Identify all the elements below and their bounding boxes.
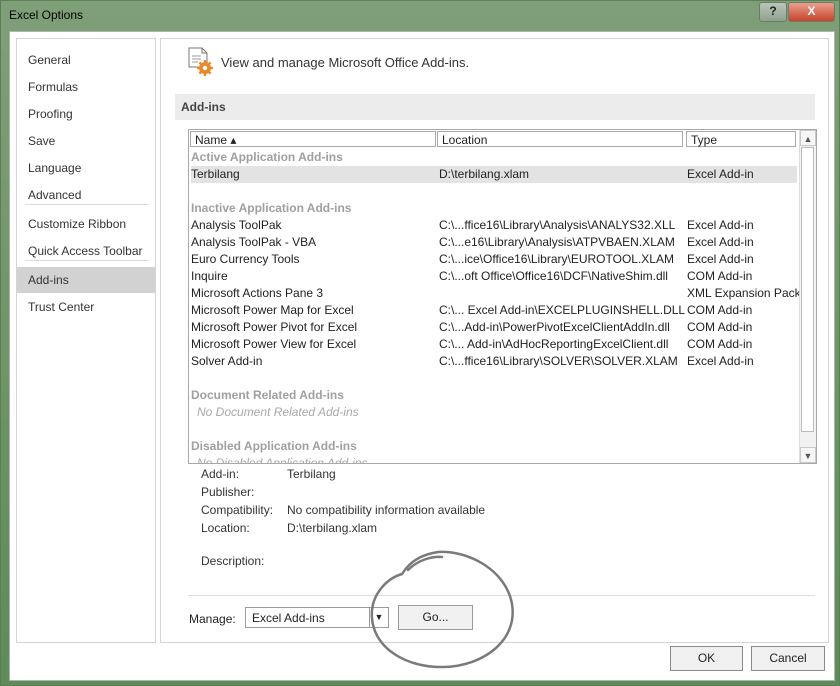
table-row[interactable]: Microsoft Power Pivot for Excel C:\...Ad… — [191, 319, 797, 336]
detail-value-addin: Terbilang — [287, 467, 336, 481]
column-header-type[interactable]: Type — [686, 131, 796, 147]
section-header-add-ins: Add-ins — [175, 94, 815, 120]
page-title: View and manage Microsoft Office Add-ins… — [221, 55, 470, 70]
manage-label: Manage: — [189, 612, 236, 626]
cell-type: COM Add-in — [687, 320, 753, 334]
cell-name: Terbilang — [191, 167, 240, 181]
cell-location: C:\...Add-in\PowerPivotExcelClientAddIn.… — [439, 320, 670, 334]
cell-type: Excel Add-in — [687, 354, 754, 368]
cell-name: Euro Currency Tools — [191, 252, 300, 266]
table-row[interactable]: Solver Add-in C:\...ffice16\Library\SOLV… — [191, 353, 797, 370]
cell-type: COM Add-in — [687, 337, 753, 351]
table-row[interactable]: Microsoft Actions Pane 3 XML Expansion P… — [191, 285, 801, 302]
scroll-up-icon[interactable]: ▲ — [800, 130, 816, 146]
sidebar-item-trust-center[interactable]: Trust Center — [17, 294, 155, 320]
hand-drawn-circle-annotation — [370, 550, 514, 669]
addin-gear-icon — [188, 47, 213, 76]
ok-button[interactable]: OK — [670, 646, 743, 671]
cell-type: COM Add-in — [687, 303, 753, 317]
sidebar-divider — [25, 204, 149, 205]
cell-type: XML Expansion Pack — [687, 286, 801, 300]
detail-label-location: Location: — [201, 521, 250, 535]
table-row[interactable]: Analysis ToolPak C:\...ffice16\Library\A… — [191, 217, 797, 234]
cell-location: C:\... Excel Add-in\EXCELPLUGINSHELL.DLL — [439, 303, 686, 317]
group-header-active: Active Application Add-ins — [191, 150, 343, 164]
help-button[interactable]: ? — [759, 2, 787, 22]
cell-location: D:\terbilang.xlam — [439, 167, 530, 181]
cell-name: Microsoft Power Map for Excel — [191, 303, 354, 317]
group-header-disabled: Disabled Application Add-ins — [191, 439, 357, 453]
detail-value-compatibility: No compatibility information available — [287, 503, 486, 517]
detail-label-addin: Add-in: — [201, 467, 240, 481]
cell-type: Excel Add-in — [687, 252, 754, 266]
cell-name: Inquire — [191, 269, 228, 283]
cell-name: Microsoft Power View for Excel — [191, 337, 357, 351]
cell-location: C:\... Add-in\AdHocReportingExcelClient.… — [439, 337, 669, 351]
sidebar-item-formulas[interactable]: Formulas — [17, 74, 155, 100]
cell-name: Analysis ToolPak - VBA — [191, 235, 317, 249]
addins-list[interactable]: Name ▴ Location Type Active Application … — [188, 129, 817, 464]
close-button[interactable]: X — [788, 2, 835, 22]
group-header-inactive: Inactive Application Add-ins — [191, 201, 352, 215]
table-row[interactable]: Inquire C:\...oft Office\Office16\DCF\Na… — [191, 268, 797, 285]
group-header-document: Document Related Add-ins — [191, 388, 344, 402]
list-scrollbar[interactable]: ▲ ▼ — [799, 130, 816, 463]
table-row[interactable]: Microsoft Power Map for Excel C:\... Exc… — [191, 302, 797, 319]
sidebar-item-general[interactable]: General — [17, 47, 155, 73]
cell-type: COM Add-in — [687, 269, 753, 283]
sidebar-item-add-ins[interactable]: Add-ins — [17, 267, 155, 293]
table-row[interactable]: Terbilang D:\terbilang.xlam Excel Add-in — [191, 166, 797, 183]
cell-type: Excel Add-in — [687, 167, 754, 181]
table-row[interactable]: Euro Currency Tools C:\...ice\Office16\L… — [191, 251, 797, 268]
title-bar[interactable]: Excel Options ? X — [1, 1, 839, 31]
column-header-name[interactable]: Name ▴ — [190, 131, 436, 147]
options-sidebar: General Formulas Proofing Save Language … — [16, 38, 156, 643]
cell-location: C:\...e16\Library\Analysis\ATPVBAEN.XLAM — [439, 235, 675, 249]
cell-location: C:\...ffice16\Library\Analysis\ANALYS32.… — [439, 218, 676, 232]
empty-message-disabled: No Disabled Application Add-ins — [197, 456, 368, 464]
cell-name: Analysis ToolPak — [191, 218, 282, 232]
sidebar-item-proofing[interactable]: Proofing — [17, 101, 155, 127]
cell-type: Excel Add-in — [687, 218, 754, 232]
cell-location: C:\...oft Office\Office16\DCF\NativeShim… — [439, 269, 668, 283]
detail-label-publisher: Publisher: — [201, 485, 255, 499]
scroll-thumb[interactable] — [801, 147, 814, 432]
detail-label-description: Description: — [201, 554, 265, 568]
detail-value-location: D:\terbilang.xlam — [287, 521, 378, 535]
cell-location: C:\...ice\Office16\Library\EUROTOOL.XLAM — [439, 252, 674, 266]
cell-location: C:\...ffice16\Library\SOLVER\SOLVER.XLAM — [439, 354, 678, 368]
window-title: Excel Options — [9, 8, 84, 22]
cell-name: Microsoft Actions Pane 3 — [191, 286, 324, 300]
manage-dropdown-value: Excel Add-ins — [252, 611, 325, 625]
empty-message-document: No Document Related Add-ins — [197, 405, 359, 419]
sidebar-item-language[interactable]: Language — [17, 155, 155, 181]
cell-name: Microsoft Power Pivot for Excel — [191, 320, 358, 334]
scroll-down-icon[interactable]: ▼ — [800, 447, 816, 463]
cell-type: Excel Add-in — [687, 235, 754, 249]
table-row[interactable]: Analysis ToolPak - VBA C:\...e16\Library… — [191, 234, 797, 251]
detail-label-compatibility: Compatibility: — [201, 503, 274, 517]
table-row[interactable]: Microsoft Power View for Excel C:\... Ad… — [191, 336, 797, 353]
cancel-button[interactable]: Cancel — [751, 646, 825, 671]
column-header-location[interactable]: Location — [437, 131, 683, 147]
sidebar-item-save[interactable]: Save — [17, 128, 155, 154]
cell-name: Solver Add-in — [191, 354, 263, 368]
sidebar-divider — [25, 260, 149, 261]
sidebar-item-customize-ribbon[interactable]: Customize Ribbon — [17, 211, 155, 237]
